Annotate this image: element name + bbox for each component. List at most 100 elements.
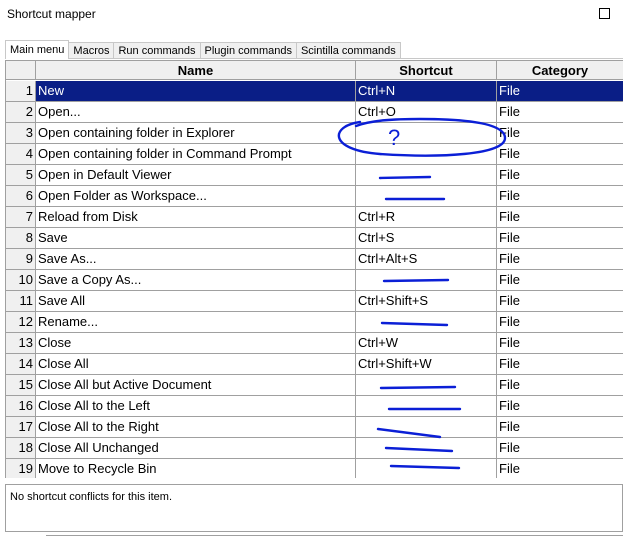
row-name[interactable]: New: [36, 81, 356, 102]
row-shortcut[interactable]: Ctrl+Shift+S: [356, 291, 497, 312]
row-shortcut[interactable]: Ctrl+Shift+W: [356, 354, 497, 375]
row-number[interactable]: 10: [6, 270, 36, 291]
row-name[interactable]: Open...: [36, 102, 356, 123]
row-shortcut[interactable]: Ctrl+O: [356, 102, 497, 123]
table-row[interactable]: 1 New Ctrl+N File: [6, 81, 623, 102]
row-shortcut[interactable]: [356, 438, 497, 459]
row-name[interactable]: Move to Recycle Bin: [36, 459, 356, 478]
row-number[interactable]: 4: [6, 144, 36, 165]
table-row[interactable]: 2 Open... Ctrl+O File: [6, 102, 623, 123]
row-shortcut[interactable]: Ctrl+W: [356, 333, 497, 354]
tab-macros[interactable]: Macros: [68, 42, 115, 59]
row-name[interactable]: Close All Unchanged: [36, 438, 356, 459]
row-name[interactable]: Reload from Disk: [36, 207, 356, 228]
table-row[interactable]: 11 Save All Ctrl+Shift+S File: [6, 291, 623, 312]
row-name[interactable]: Close All to the Left: [36, 396, 356, 417]
row-number[interactable]: 3: [6, 123, 36, 144]
row-number[interactable]: 17: [6, 417, 36, 438]
row-number[interactable]: 18: [6, 438, 36, 459]
row-shortcut[interactable]: [356, 312, 497, 333]
row-category[interactable]: File: [497, 396, 623, 417]
row-category[interactable]: File: [497, 228, 623, 249]
row-shortcut[interactable]: [356, 375, 497, 396]
row-shortcut[interactable]: [356, 417, 497, 438]
table-row[interactable]: 10 Save a Copy As... File: [6, 270, 623, 291]
table-row[interactable]: 6 Open Folder as Workspace... File: [6, 186, 623, 207]
row-name[interactable]: Close All: [36, 354, 356, 375]
header-name[interactable]: Name: [36, 60, 356, 80]
row-category[interactable]: File: [497, 459, 623, 478]
tab-plugin-commands[interactable]: Plugin commands: [199, 42, 297, 59]
row-shortcut[interactable]: Ctrl+S: [356, 228, 497, 249]
row-category[interactable]: File: [497, 438, 623, 459]
row-category[interactable]: File: [497, 333, 623, 354]
row-category[interactable]: File: [497, 102, 623, 123]
row-shortcut[interactable]: [356, 270, 497, 291]
row-category[interactable]: File: [497, 186, 623, 207]
row-shortcut[interactable]: Ctrl+R: [356, 207, 497, 228]
tab-scintilla-commands[interactable]: Scintilla commands: [295, 42, 401, 59]
table-row[interactable]: 15 Close All but Active Document File: [6, 375, 623, 396]
row-category[interactable]: File: [497, 165, 623, 186]
row-number[interactable]: 9: [6, 249, 36, 270]
row-number[interactable]: 12: [6, 312, 36, 333]
row-number[interactable]: 6: [6, 186, 36, 207]
row-shortcut[interactable]: [356, 123, 497, 144]
row-shortcut[interactable]: [356, 459, 497, 478]
table-row[interactable]: 13 Close Ctrl+W File: [6, 333, 623, 354]
row-number[interactable]: 15: [6, 375, 36, 396]
maximize-icon[interactable]: [599, 8, 610, 19]
table-row[interactable]: 7 Reload from Disk Ctrl+R File: [6, 207, 623, 228]
tab-run-commands[interactable]: Run commands: [113, 42, 201, 59]
row-number[interactable]: 19: [6, 459, 36, 478]
row-number[interactable]: 1: [6, 81, 36, 102]
row-category[interactable]: File: [497, 249, 623, 270]
table-row[interactable]: 16 Close All to the Left File: [6, 396, 623, 417]
shortcut-grid[interactable]: Name Shortcut Category 1 New Ctrl+N File 2 Op…: [5, 60, 623, 478]
row-category[interactable]: File: [497, 144, 623, 165]
table-row[interactable]: 18 Close All Unchanged File: [6, 438, 623, 459]
row-name[interactable]: Open in Default Viewer: [36, 165, 356, 186]
table-row[interactable]: 14 Close All Ctrl+Shift+W File: [6, 354, 623, 375]
row-shortcut[interactable]: [356, 144, 497, 165]
row-category[interactable]: File: [497, 291, 623, 312]
table-row[interactable]: 19 Move to Recycle Bin File: [6, 459, 623, 478]
row-shortcut[interactable]: [356, 186, 497, 207]
row-number[interactable]: 11: [6, 291, 36, 312]
header-shortcut[interactable]: Shortcut: [356, 60, 497, 80]
row-name[interactable]: Open containing folder in Explorer: [36, 123, 356, 144]
table-row[interactable]: 12 Rename... File: [6, 312, 623, 333]
row-number[interactable]: 14: [6, 354, 36, 375]
row-category[interactable]: File: [497, 375, 623, 396]
row-category[interactable]: File: [497, 81, 623, 102]
table-row[interactable]: 9 Save As... Ctrl+Alt+S File: [6, 249, 623, 270]
row-category[interactable]: File: [497, 207, 623, 228]
row-category[interactable]: File: [497, 354, 623, 375]
row-name[interactable]: Open containing folder in Command Prompt: [36, 144, 356, 165]
row-name[interactable]: Save: [36, 228, 356, 249]
row-name[interactable]: Save All: [36, 291, 356, 312]
row-name[interactable]: Close: [36, 333, 356, 354]
table-row[interactable]: 5 Open in Default Viewer File: [6, 165, 623, 186]
row-number[interactable]: 16: [6, 396, 36, 417]
tab-main-menu[interactable]: Main menu: [5, 40, 70, 59]
row-number[interactable]: 2: [6, 102, 36, 123]
row-name[interactable]: Close All but Active Document: [36, 375, 356, 396]
table-row[interactable]: 17 Close All to the Right File: [6, 417, 623, 438]
row-name[interactable]: Open Folder as Workspace...: [36, 186, 356, 207]
row-shortcut[interactable]: [356, 396, 497, 417]
table-row[interactable]: 3 Open containing folder in Explorer File: [6, 123, 623, 144]
row-category[interactable]: File: [497, 123, 623, 144]
row-number[interactable]: 5: [6, 165, 36, 186]
row-shortcut[interactable]: [356, 165, 497, 186]
table-row[interactable]: 8 Save Ctrl+S File: [6, 228, 623, 249]
row-number[interactable]: 7: [6, 207, 36, 228]
row-number[interactable]: 13: [6, 333, 36, 354]
row-category[interactable]: File: [497, 270, 623, 291]
row-number[interactable]: 8: [6, 228, 36, 249]
table-row[interactable]: 4 Open containing folder in Command Promp…: [6, 144, 623, 165]
row-name[interactable]: Save a Copy As...: [36, 270, 356, 291]
row-name[interactable]: Save As...: [36, 249, 356, 270]
row-category[interactable]: File: [497, 312, 623, 333]
row-shortcut[interactable]: Ctrl+N: [356, 81, 497, 102]
